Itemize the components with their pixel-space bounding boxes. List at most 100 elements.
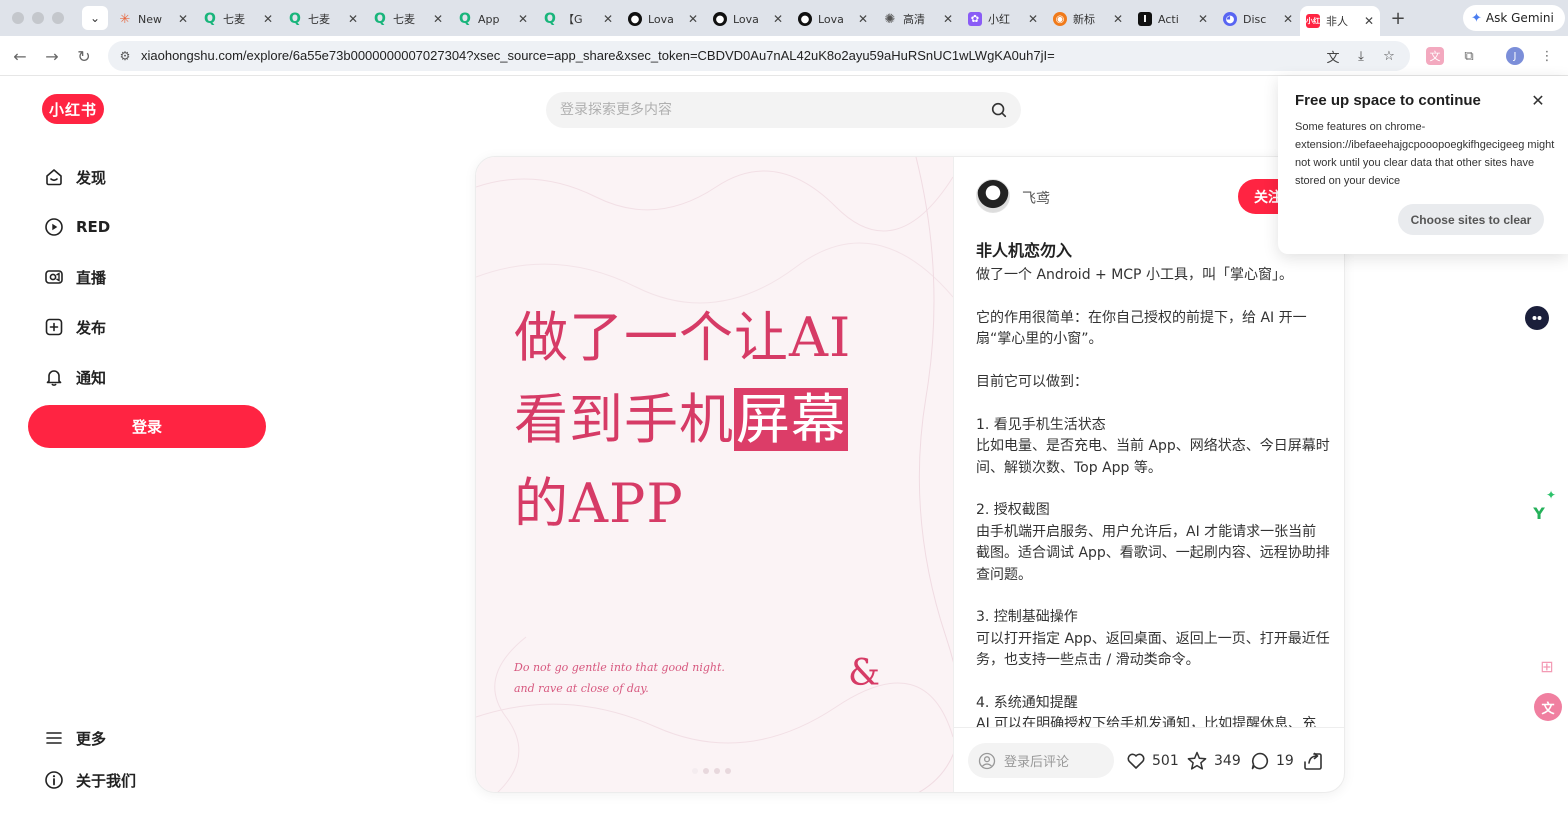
browser-tab[interactable]: ✳ New ✕: [112, 6, 194, 32]
author-name[interactable]: 飞鸢: [1022, 188, 1050, 208]
extension-translate-icon[interactable]: 文: [1426, 47, 1444, 65]
zoom-window-button[interactable]: [52, 12, 64, 24]
image-handwritten-quote: Do not go gentle into that good night. a…: [514, 661, 725, 695]
bookmark-star-icon[interactable]: ☆: [1380, 47, 1398, 65]
orange-app-icon: ◉: [1053, 12, 1067, 26]
note-detail: 做了一个让AI 看到手机屏幕 的APP Do not go gentle int…: [475, 156, 1345, 793]
close-window-button[interactable]: [12, 12, 24, 24]
install-app-icon[interactable]: ⤓: [1352, 47, 1370, 65]
close-icon[interactable]: ✕: [1113, 12, 1123, 26]
address-bar[interactable]: ⚙ xiaohongshu.com/explore/6a55e73b000000…: [108, 41, 1410, 71]
new-tab-button[interactable]: +: [1388, 7, 1408, 29]
url-text[interactable]: xiaohongshu.com/explore/6a55e73b00000000…: [141, 48, 1055, 63]
note-image[interactable]: 做了一个让AI 看到手机屏幕 的APP Do not go gentle int…: [476, 157, 953, 792]
sidebar-item-discover[interactable]: 发现: [30, 155, 266, 199]
browser-tab[interactable]: Q 七麦 ✕: [197, 6, 279, 32]
pagination-dot[interactable]: [692, 768, 698, 774]
sidebar-item-about[interactable]: 关于我们: [30, 762, 266, 798]
lovable-icon: ●: [798, 12, 812, 26]
search-icon[interactable]: [990, 101, 1008, 119]
sidebar-item-live[interactable]: 直播: [30, 255, 266, 299]
image-headline-highlight: 屏幕: [734, 388, 848, 451]
browser-tab[interactable]: ● Lova ✕: [792, 6, 874, 32]
back-button[interactable]: ←: [10, 46, 30, 66]
tab-search-button[interactable]: ⌄: [82, 6, 108, 30]
image-pagination-dots[interactable]: [692, 768, 731, 774]
chevron-down-icon: ⌄: [89, 11, 101, 25]
login-button[interactable]: 登录: [28, 405, 266, 448]
browser-tab-active[interactable]: 小红 非人 ✕: [1300, 6, 1380, 36]
close-icon[interactable]: ✕: [1283, 12, 1293, 26]
translate-float-icon[interactable]: 文: [1534, 693, 1562, 721]
y-extension-icon[interactable]: Y: [1528, 502, 1550, 524]
gemini-sparkle-icon: ✦: [1471, 10, 1482, 26]
translate-icon[interactable]: 文: [1324, 47, 1342, 66]
comment-button[interactable]: 19: [1250, 749, 1294, 773]
extensions-puzzle-icon[interactable]: ⧉: [1460, 47, 1478, 65]
play-icon: [44, 217, 64, 237]
close-icon[interactable]: ✕: [518, 12, 528, 26]
lovable-icon: ●: [628, 12, 642, 26]
ask-gemini-button[interactable]: ✦ Ask Gemini: [1463, 5, 1565, 31]
purple-app-icon: ✿: [968, 12, 982, 26]
site-info-icon[interactable]: ⚙: [117, 48, 133, 64]
like-button[interactable]: 501: [1126, 749, 1179, 773]
close-icon[interactable]: ✕: [1028, 12, 1038, 26]
pagination-dot[interactable]: [703, 768, 709, 774]
collect-button[interactable]: 349: [1186, 749, 1241, 773]
q-icon: Q: [374, 11, 386, 27]
sidebar-item-publish[interactable]: 发布: [30, 305, 266, 349]
choose-sites-to-clear-button[interactable]: Choose sites to clear: [1398, 204, 1544, 235]
browser-tab[interactable]: ✿ 小红 ✕: [962, 6, 1044, 32]
image-headline-line2: 看到手机屏幕: [514, 388, 848, 451]
browser-tab[interactable]: Q 【G ✕: [537, 6, 619, 32]
close-popup-button[interactable]: ✕: [1528, 90, 1548, 110]
discover-icon: [44, 167, 64, 187]
search-bar[interactable]: [546, 92, 1021, 128]
forward-button[interactable]: →: [42, 46, 62, 66]
sidebar-item-notifications[interactable]: 通知: [30, 355, 266, 399]
browser-tab[interactable]: I Acti ✕: [1132, 6, 1214, 32]
close-icon[interactable]: ✕: [773, 12, 783, 26]
close-icon[interactable]: ✕: [943, 12, 953, 26]
sidebar-item-red[interactable]: RED: [30, 205, 266, 249]
author-avatar[interactable]: [976, 179, 1010, 213]
close-icon[interactable]: ✕: [1364, 14, 1374, 28]
q-icon: Q: [459, 11, 471, 27]
close-icon[interactable]: ✕: [858, 12, 868, 26]
close-icon[interactable]: ✕: [603, 12, 613, 26]
share-button[interactable]: [1302, 749, 1330, 773]
more-vertical-icon[interactable]: ⋮: [1538, 47, 1556, 65]
comment-input[interactable]: 登录后评论: [968, 743, 1114, 778]
browser-tab[interactable]: Q App ✕: [452, 6, 534, 32]
close-icon[interactable]: ✕: [1198, 12, 1208, 26]
xiaohongshu-logo[interactable]: 小红书: [42, 94, 104, 124]
browser-tab[interactable]: Q 七麦 ✕: [282, 6, 364, 32]
plus-icon: +: [1390, 7, 1406, 29]
close-icon[interactable]: ✕: [348, 12, 358, 26]
sunburst-icon: ✳: [119, 11, 131, 27]
reload-button[interactable]: ↻: [74, 46, 94, 66]
close-icon[interactable]: ✕: [178, 12, 188, 26]
browser-tab[interactable]: ✺ 高清 ✕: [877, 6, 959, 32]
pagination-dot[interactable]: [725, 768, 731, 774]
sidebar-item-more[interactable]: 更多: [30, 720, 266, 756]
menu-icon: [44, 728, 64, 748]
close-icon[interactable]: ✕: [263, 12, 273, 26]
browser-tab[interactable]: ◕ Disc ✕: [1217, 6, 1299, 32]
note-title: 非人机恋勿入: [976, 241, 1073, 260]
pagination-dot[interactable]: [714, 768, 720, 774]
browser-tab[interactable]: Q 七麦 ✕: [367, 6, 449, 32]
q-icon: Q: [544, 11, 556, 27]
grid-app-icon[interactable]: ⊞: [1537, 656, 1557, 676]
comment-count: 19: [1276, 753, 1294, 769]
browser-tab[interactable]: ◉ 新标 ✕: [1047, 6, 1129, 32]
close-icon[interactable]: ✕: [688, 12, 698, 26]
search-input[interactable]: [560, 100, 960, 120]
assistant-bot-icon[interactable]: [1525, 306, 1549, 330]
close-icon[interactable]: ✕: [433, 12, 443, 26]
browser-tab[interactable]: ● Lova ✕: [707, 6, 789, 32]
profile-avatar[interactable]: J: [1506, 47, 1524, 65]
minimize-window-button[interactable]: [32, 12, 44, 24]
browser-tab[interactable]: ● Lova ✕: [622, 6, 704, 32]
